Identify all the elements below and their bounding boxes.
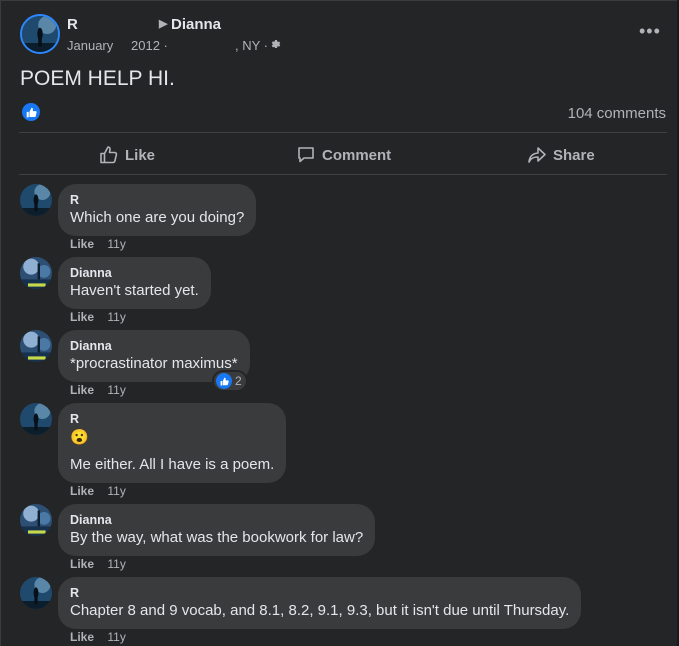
comment-actions: Like 11y — [70, 237, 126, 251]
comment-text: By the way, what was the bookwork for la… — [70, 529, 364, 546]
like-reaction-icon[interactable] — [22, 103, 40, 121]
comment-like-button[interactable]: Like — [70, 484, 94, 498]
comment-like-button[interactable]: Like — [70, 237, 94, 251]
post-location: , NY · — [235, 38, 268, 53]
avatar-image — [22, 16, 58, 52]
more-options-icon[interactable]: ••• — [639, 21, 661, 42]
comment-text: Me either. All I have is a poem. — [70, 456, 275, 473]
commenter-name[interactable]: R — [70, 411, 274, 427]
commenter-avatar[interactable] — [20, 577, 52, 609]
author-avatar[interactable] — [20, 14, 60, 54]
target-profile-name[interactable]: Dianna — [171, 16, 221, 33]
divider — [19, 174, 667, 175]
reaction-count: 2 — [235, 374, 242, 388]
post-title: POEM HELP HI. — [20, 67, 175, 90]
comment-actions: Like 11y — [70, 630, 126, 644]
comment-actions: Like 11y — [70, 557, 126, 571]
share-button[interactable]: Share — [527, 140, 595, 170]
comment-text: *procrastinator maximus* — [70, 355, 238, 372]
comment-text: Chapter 8 and 9 vocab, and 8.1, 8.2, 9.1… — [70, 602, 570, 619]
commenter-name[interactable]: R — [70, 192, 244, 208]
comment-like-button[interactable]: Like — [70, 557, 94, 571]
comment-timestamp[interactable]: 11y — [107, 484, 125, 498]
comment-bubble: Dianna By the way, what was the bookwork… — [58, 504, 376, 556]
comment-bubble: Dianna Haven't started yet. — [58, 257, 211, 309]
comment-timestamp[interactable]: 11y — [107, 630, 125, 644]
commenter-name[interactable]: Dianna — [70, 338, 238, 354]
commenter-avatar[interactable] — [20, 504, 52, 536]
comment-button[interactable]: Comment — [296, 140, 391, 170]
comment-actions: Like 11y — [70, 310, 126, 324]
like-button[interactable]: Like — [99, 140, 155, 170]
commenter-avatar[interactable] — [20, 257, 52, 289]
thumbs-up-icon — [220, 377, 229, 385]
arrow-right-icon: ▶ — [159, 18, 168, 30]
comment-like-button[interactable]: Like — [70, 383, 94, 397]
share-button-label: Share — [553, 146, 595, 164]
comment-actions: Like 11y — [70, 484, 126, 498]
comment-bubble: R Which one are you doing? — [58, 184, 257, 236]
commenter-avatar[interactable] — [20, 403, 52, 435]
comment-button-label: Comment — [322, 146, 392, 164]
commenter-name[interactable]: Dianna — [70, 512, 363, 528]
post-date-month[interactable]: January — [67, 38, 113, 53]
comment-bubble: R 😮 Me either. All I have is a poem. — [58, 403, 287, 483]
divider — [19, 132, 667, 133]
thumbs-up-icon — [26, 107, 37, 117]
like-reaction-icon — [216, 373, 232, 389]
commenter-avatar[interactable] — [20, 330, 52, 362]
comment-text: Haven't started yet. — [70, 282, 199, 299]
post-card: R ▶ Dianna January 2012 · , NY · ••• POE… — [0, 0, 677, 646]
post-header-names: R ▶ Dianna — [67, 16, 221, 33]
comment-reaction-count[interactable]: 2 — [214, 372, 246, 390]
share-arrow-icon — [528, 147, 546, 163]
comment-bubble-icon — [298, 147, 314, 163]
comments-count[interactable]: 104 comments — [568, 105, 666, 122]
commenter-name[interactable]: R — [70, 585, 569, 601]
thumbs-up-outline-icon — [100, 146, 118, 164]
author-name[interactable]: R — [67, 16, 78, 33]
comment-timestamp[interactable]: 11y — [107, 557, 125, 571]
like-button-label: Like — [125, 146, 156, 164]
commenter-avatar[interactable] — [20, 184, 52, 216]
comment-bubble: R Chapter 8 and 9 vocab, and 8.1, 8.2, 9… — [58, 577, 582, 629]
comment-timestamp[interactable]: 11y — [107, 310, 125, 324]
comment-text: Which one are you doing? — [70, 209, 245, 226]
comment-actions: Like 11y — [70, 383, 126, 397]
comment-like-button[interactable]: Like — [70, 630, 94, 644]
surprised-emoji-icon: 😮 — [70, 429, 89, 446]
commenter-name[interactable]: Dianna — [70, 265, 199, 281]
comment-timestamp[interactable]: 11y — [107, 237, 125, 251]
comment-like-button[interactable]: Like — [70, 310, 94, 324]
comment-timestamp[interactable]: 11y — [107, 383, 125, 397]
gear-icon[interactable] — [270, 38, 282, 50]
post-date-year[interactable]: 2012 · — [131, 38, 168, 53]
